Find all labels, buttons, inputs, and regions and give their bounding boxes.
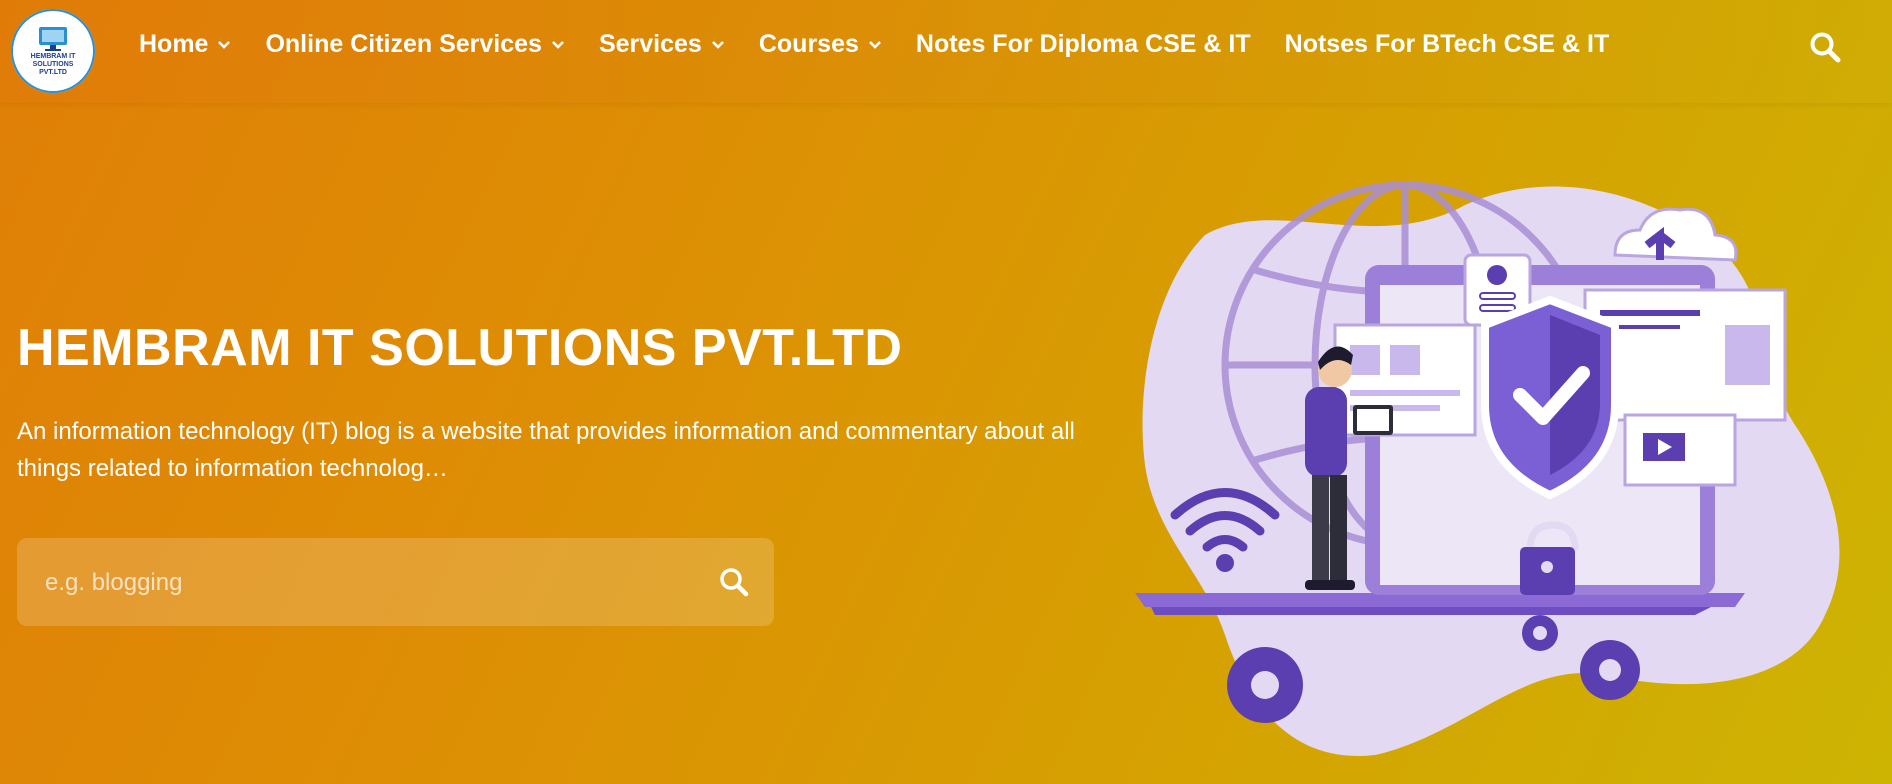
nav-item-notes-diploma[interactable]: Notes For Diploma CSE & IT [916, 30, 1251, 59]
nav-label: Notes For Diploma CSE & IT [915, 30, 1251, 58]
search-icon[interactable] [717, 565, 751, 599]
nav-item-notes-btech[interactable]: Notses For BTech CSE & IT [1285, 30, 1610, 59]
hero-search-box [17, 538, 774, 626]
logo-text: HEMBRAM IT SOLUTIONS PVT.LTD [30, 53, 76, 76]
nav-label: Courses [758, 30, 859, 58]
nav-label: Online Citizen Services [265, 30, 542, 58]
cybersecurity-illustration [1135, 181, 1840, 756]
nav-label: Notses For BTech CSE & IT [1284, 30, 1610, 58]
nav-item-home[interactable]: Home [139, 30, 231, 59]
hero-description: An information technology (IT) blog is a… [17, 418, 1075, 482]
monitor-icon [39, 27, 67, 51]
hero-title: HEMBRAM IT SOLUTIONS PVT.LTD [17, 319, 903, 377]
top-navigation: HEMBRAM IT SOLUTIONS PVT.LTD Home Online… [0, 0, 1892, 103]
chevron-down-icon [218, 40, 231, 49]
chevron-down-icon [552, 40, 564, 49]
search-input[interactable] [43, 562, 687, 604]
nav-item-online-citizen-services[interactable]: Online Citizen Services [265, 30, 565, 59]
main-menu: Home Online Citizen Services Services Co… [139, 30, 1643, 59]
nav-item-services[interactable]: Services [599, 30, 725, 59]
chevron-down-icon [868, 40, 881, 49]
chevron-down-icon [711, 40, 724, 49]
site-logo[interactable]: HEMBRAM IT SOLUTIONS PVT.LTD [11, 9, 95, 93]
nav-label: Home [139, 30, 209, 58]
nav-label: Services [598, 30, 702, 58]
nav-item-courses[interactable]: Courses [759, 30, 882, 59]
search-icon[interactable] [1808, 30, 1842, 64]
